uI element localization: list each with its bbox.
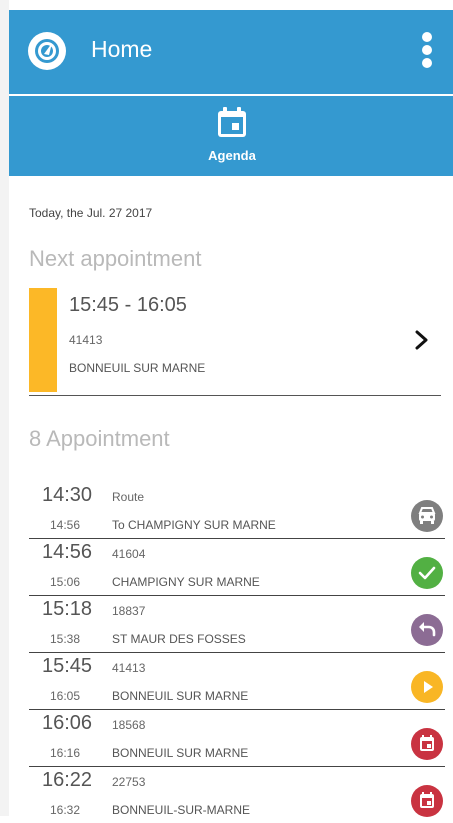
undo-icon[interactable] xyxy=(411,614,443,646)
car-icon[interactable] xyxy=(411,500,443,532)
start-time: 16:22 xyxy=(42,769,93,791)
list-item[interactable]: 15:18 15:38 18837 ST MAUR DES FOSSES xyxy=(29,596,445,653)
end-time: 16:05 xyxy=(50,689,81,703)
next-appointment-heading: Next appointment xyxy=(29,246,202,271)
tab-agenda-label: Agenda xyxy=(208,148,256,163)
tab-agenda[interactable]: Agenda xyxy=(195,106,269,170)
item-subtitle: BONNEUIL SUR MARNE xyxy=(112,746,249,760)
chevron-right-icon[interactable] xyxy=(415,330,429,350)
start-time: 15:45 xyxy=(42,655,93,677)
item-subtitle: ST MAUR DES FOSSES xyxy=(112,632,246,646)
appointment-count-heading: 8 Appointment xyxy=(29,426,170,451)
item-subtitle: BONNEUIL SUR MARNE xyxy=(112,689,249,703)
next-appointment-code: 41413 xyxy=(69,333,103,347)
check-icon[interactable] xyxy=(411,557,443,589)
next-appointment-place: BONNEUIL SUR MARNE xyxy=(69,361,206,375)
item-title: 41604 xyxy=(112,547,146,561)
left-edge xyxy=(0,0,9,816)
page-title: Home xyxy=(91,36,153,62)
next-appointment-time: 15:45 - 16:05 xyxy=(69,294,187,316)
tab-bar: Agenda xyxy=(9,96,453,176)
calendar-icon[interactable] xyxy=(411,785,443,817)
more-vertical-icon[interactable] xyxy=(420,32,434,76)
start-time: 16:06 xyxy=(42,712,93,734)
calendar-icon xyxy=(218,107,246,137)
item-subtitle: To CHAMPIGNY SUR MARNE xyxy=(112,518,276,532)
divider xyxy=(29,395,441,396)
end-time: 16:32 xyxy=(50,803,81,817)
list-item[interactable]: 14:56 15:06 41604 CHAMPIGNY SUR MARNE xyxy=(29,539,445,596)
next-appointment-card[interactable]: 15:45 - 16:05 41413 BONNEUIL SUR MARNE xyxy=(29,288,441,396)
appointment-list: 14:30 14:56 Route To CHAMPIGNY SUR MARNE… xyxy=(29,482,445,823)
item-title: Route xyxy=(112,490,145,504)
start-time: 14:30 xyxy=(42,484,93,506)
item-subtitle: CHAMPIGNY SUR MARNE xyxy=(112,575,260,589)
item-title: 41413 xyxy=(112,661,146,675)
end-time: 16:16 xyxy=(50,746,81,760)
play-icon[interactable] xyxy=(411,671,443,703)
today-date: Today, the Jul. 27 2017 xyxy=(29,206,153,220)
item-title: 22753 xyxy=(112,775,146,789)
item-title: 18837 xyxy=(112,604,146,618)
item-subtitle: BONNEUIL-SUR-MARNE xyxy=(112,803,251,817)
gauge-icon[interactable] xyxy=(28,32,66,70)
start-time: 14:56 xyxy=(42,541,93,563)
list-item[interactable]: 14:30 14:56 Route To CHAMPIGNY SUR MARNE xyxy=(29,482,445,539)
calendar-icon[interactable] xyxy=(411,728,443,760)
end-time: 15:38 xyxy=(50,632,81,646)
item-title: 18568 xyxy=(112,718,146,732)
list-item[interactable]: 16:22 16:32 22753 BONNEUIL-SUR-MARNE xyxy=(29,767,445,823)
end-time: 15:06 xyxy=(50,575,81,589)
end-time: 14:56 xyxy=(50,518,81,532)
start-time: 15:18 xyxy=(42,598,93,620)
app-bar: Home xyxy=(9,10,453,94)
list-item[interactable]: 16:06 16:16 18568 BONNEUIL SUR MARNE xyxy=(29,710,445,767)
list-item[interactable]: 15:45 16:05 41413 BONNEUIL SUR MARNE xyxy=(29,653,445,710)
status-color-bar xyxy=(29,288,57,392)
